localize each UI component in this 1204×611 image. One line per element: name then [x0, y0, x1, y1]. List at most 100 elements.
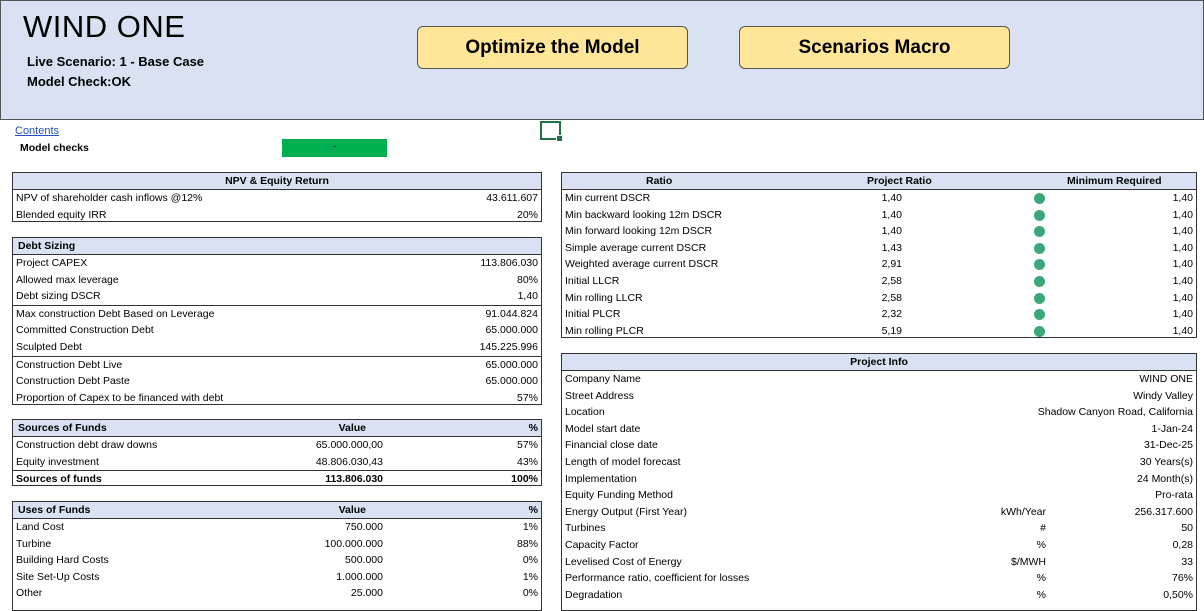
info-label: Degradation — [565, 588, 623, 601]
info-label: Turbines — [565, 522, 606, 535]
row-value: 65.000.000 — [485, 358, 538, 371]
min-required-value: 1,40 — [1172, 208, 1193, 221]
info-label: Model start date — [565, 422, 641, 435]
row-value: 500.000 — [345, 554, 383, 567]
project-info-header: Project Info — [562, 354, 1196, 371]
sources-of-funds-panel: Sources of Funds Value % Construction de… — [12, 419, 542, 486]
row-label: Proportion of Capex to be financed with … — [16, 391, 224, 404]
min-required-value: 1,40 — [1172, 291, 1193, 304]
scenarios-macro-button[interactable]: Scenarios Macro — [739, 26, 1010, 69]
model-checks-label: Model checks — [20, 142, 89, 154]
info-rows: Company Name WIND ONE Street Address Windy … — [562, 371, 1196, 603]
table-row: Committed Construction Debt 65.000.000 — [13, 322, 541, 339]
row-label: Max construction Debt Based on Leverage — [16, 307, 215, 320]
info-value: 76% — [1171, 572, 1193, 585]
project-ratio-value: 1,40 — [881, 192, 902, 204]
info-label: Capacity Factor — [565, 538, 639, 551]
row-pct: 100% — [511, 473, 538, 486]
status-indicator-icon — [1034, 275, 1045, 287]
pct-header: % — [528, 504, 538, 516]
ratio-label: Min rolling LLCR — [565, 291, 643, 304]
row-label: Construction Debt Paste — [16, 375, 130, 388]
project-ratio-value: 2,91 — [881, 258, 902, 271]
info-value: Shadow Canyon Road, California — [1037, 406, 1193, 419]
row-label: Project CAPEX — [16, 257, 88, 269]
sources-header: Sources of Funds Value % — [13, 420, 541, 437]
ratio-row: Min current DSCR 1,40 1,40 — [562, 190, 1196, 207]
ratio-title: Ratio — [646, 175, 673, 187]
min-required-value: 1,40 — [1172, 274, 1193, 287]
info-row: Street Address Windy Valley — [562, 388, 1196, 405]
ratio-row: Simple average current DSCR 1,43 1,40 — [562, 240, 1196, 257]
row-value: 113.806.030 — [480, 257, 538, 269]
model-checks-indicator: - — [282, 139, 387, 157]
row-pct: 1% — [522, 521, 538, 533]
min-required-value: 1,40 — [1172, 241, 1193, 254]
info-label: Length of model forecast — [565, 455, 681, 468]
info-value: 256.317.600 — [1134, 505, 1193, 518]
table-row: NPV of shareholder cash inflows @12% 43.… — [13, 190, 541, 207]
info-value: Pro-rata — [1155, 489, 1193, 502]
info-label: Performance ratio, coefficient for losse… — [565, 572, 750, 585]
info-row: Implementation 24 Month(s) — [562, 471, 1196, 488]
npv-header: NPV & Equity Return — [13, 173, 541, 190]
info-unit: % — [1036, 588, 1046, 601]
model-check-status: Model Check:OK — [27, 74, 132, 89]
row-label: Building Hard Costs — [16, 554, 109, 567]
ratio-row: Weighted average current DSCR 2,91 1,40 — [562, 256, 1196, 273]
contents-link[interactable]: Contents — [15, 125, 59, 137]
header-banner: WIND ONE Live Scenario: 1 - Base Case Mo… — [0, 0, 1204, 120]
info-unit: $/MWH — [1011, 555, 1046, 568]
info-row: Location Shadow Canyon Road, California — [562, 404, 1196, 421]
total-row: Sources of funds 113.806.030 100% — [13, 470, 541, 488]
row-value: 20% — [516, 208, 538, 221]
info-row: Turbines #50 — [562, 520, 1196, 537]
row-value: 65.000.000,00 — [315, 439, 383, 451]
value-header: Value — [338, 504, 366, 516]
status-indicator-icon — [1034, 309, 1045, 321]
selected-cell[interactable] — [540, 121, 563, 142]
info-value: 30 Years(s) — [1139, 455, 1193, 468]
info-row: Equity Funding Method Pro-rata — [562, 487, 1196, 504]
min-required-value: 1,40 — [1172, 258, 1193, 271]
pct-header: % — [528, 422, 538, 434]
info-unit: kWh/Year — [1000, 505, 1046, 518]
info-unit: # — [1040, 522, 1046, 535]
row-value: 57% — [516, 391, 538, 404]
row-value: 145.225.996 — [479, 340, 538, 353]
info-row: Energy Output (First Year) kWh/Year 256.31… — [562, 504, 1196, 521]
row-label: Turbine — [16, 537, 52, 550]
optimize-model-button[interactable]: Optimize the Model — [417, 26, 688, 69]
row-pct: 88% — [516, 537, 538, 550]
info-value: 24 Month(s) — [1136, 472, 1193, 485]
row-label: Equity investment — [16, 455, 99, 468]
model-title: WIND ONE — [23, 9, 186, 44]
ratio-row: Min forward looking 12m DSCR 1,40 1,40 — [562, 223, 1196, 240]
row-label: Land Cost — [16, 521, 64, 533]
project-ratio-value: 2,58 — [881, 274, 902, 287]
row-label: Other — [16, 587, 43, 600]
info-row: Levelised Cost of Energy $/MWH 33 — [562, 554, 1196, 571]
info-label: Location — [565, 406, 605, 419]
ratio-row: Initial PLCR 2,32 1,40 — [562, 306, 1196, 323]
info-value: 0,28 — [1172, 538, 1193, 551]
row-pct: 1% — [522, 570, 538, 583]
row-pct: 0% — [522, 587, 538, 600]
row-value: 80% — [516, 273, 538, 286]
info-label: Energy Output (First Year) — [565, 505, 687, 518]
row-label: Debt sizing DSCR — [16, 290, 101, 303]
table-row: Project CAPEX 113.806.030 — [13, 255, 541, 272]
table-row: Construction Debt Live 65.000.000 — [13, 355, 541, 374]
row-label: Committed Construction Debt — [16, 324, 154, 337]
row-value: 1.000.000 — [336, 570, 383, 583]
ratio-row: Initial LLCR 2,58 1,40 — [562, 273, 1196, 290]
info-label: Equity Funding Method — [565, 489, 673, 502]
info-row: Financial close date 31-Dec-25 — [562, 437, 1196, 454]
ratio-label: Min current DSCR — [565, 192, 651, 204]
row-pct: 57% — [516, 439, 538, 451]
info-label: Financial close date — [565, 439, 658, 452]
status-indicator-icon — [1034, 209, 1045, 221]
table-row: Equity investment 48.806.030,43 43% — [13, 454, 541, 471]
min-required-value: 1,40 — [1172, 192, 1193, 204]
row-value: 1,40 — [517, 290, 538, 303]
